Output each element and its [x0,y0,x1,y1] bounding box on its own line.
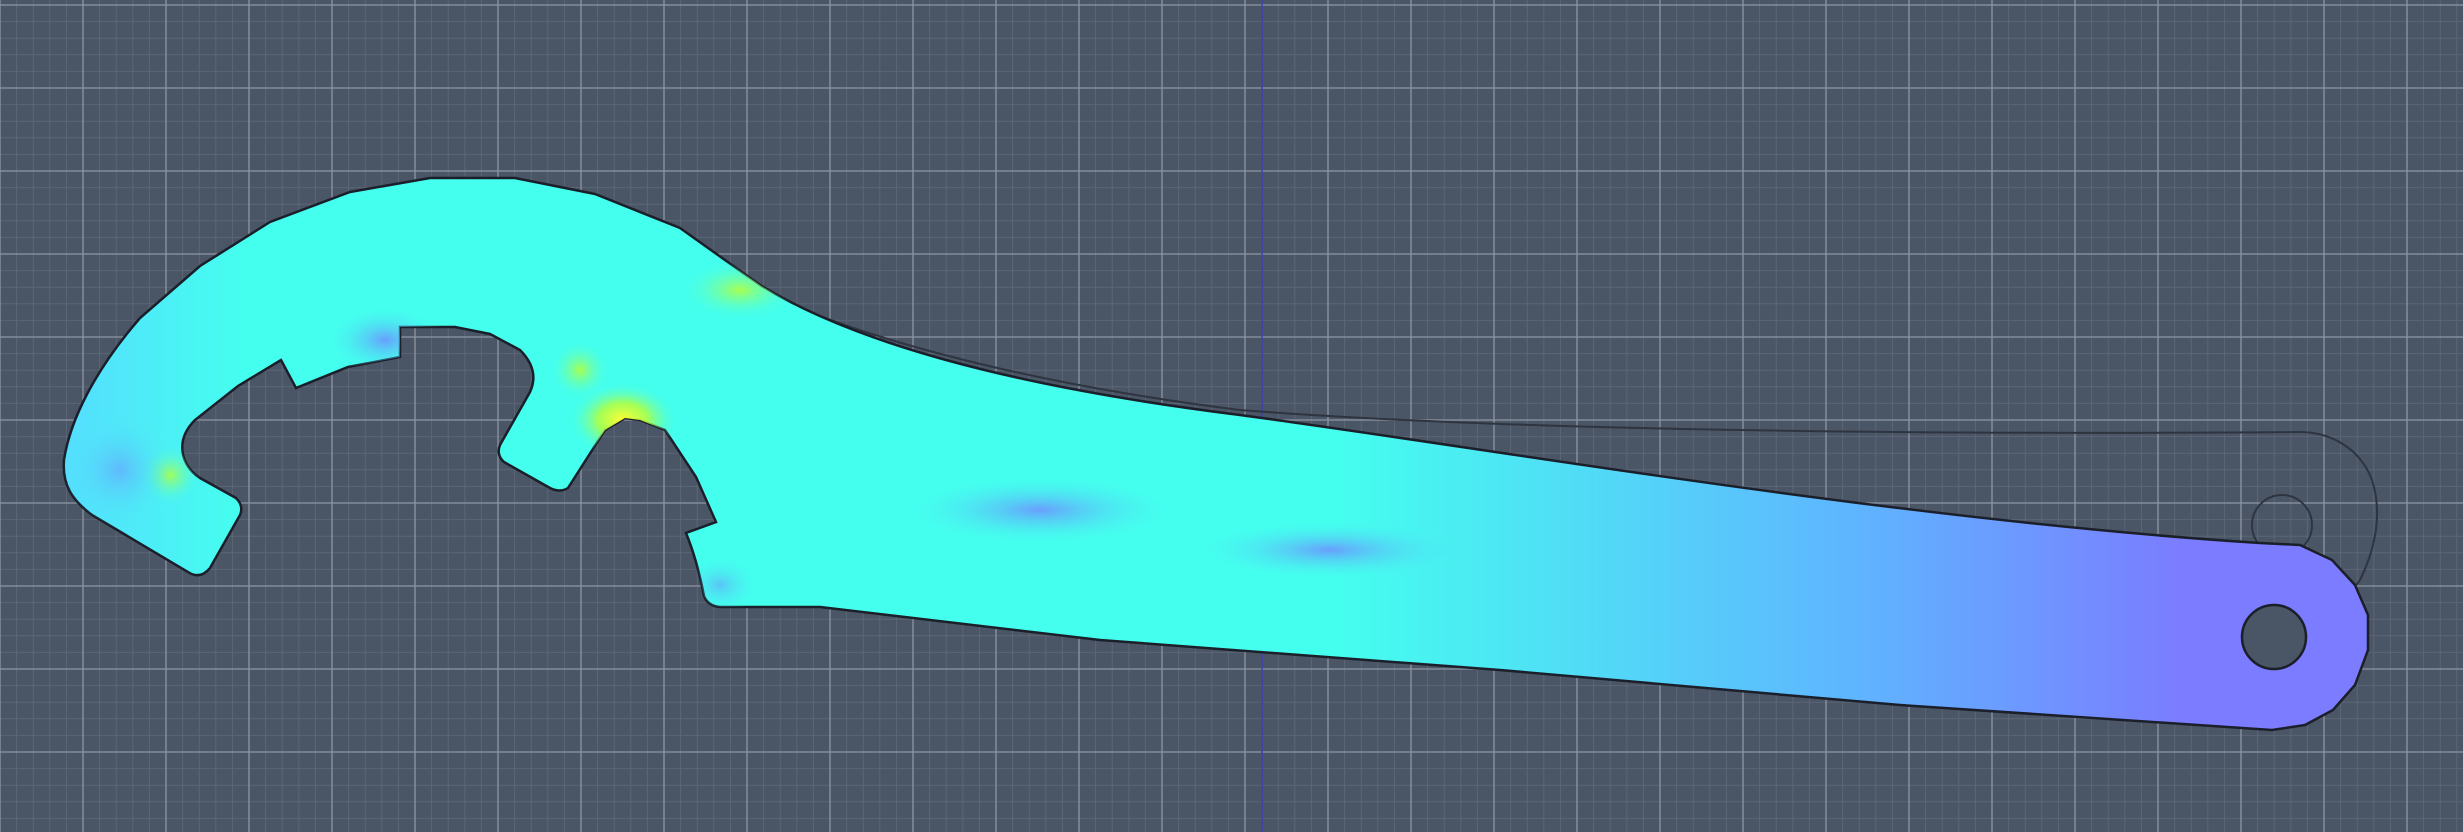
fea-viewport[interactable] [0,0,2463,832]
stress-cool-tip [63,410,180,530]
stress-cool-mid [1190,520,1470,580]
stress-cool-neutral-axis [900,475,1180,545]
stress-warm-notch [550,340,610,400]
stress-cool-lower-tooth [680,555,760,615]
stress-cool-jaw [325,305,445,375]
pivot-hole[interactable] [2240,603,2308,671]
wrench-part[interactable] [60,176,2370,732]
fea-scene[interactable] [0,0,2463,832]
wrench-body[interactable] [62,176,2370,732]
stress-warm-neck [680,260,800,320]
